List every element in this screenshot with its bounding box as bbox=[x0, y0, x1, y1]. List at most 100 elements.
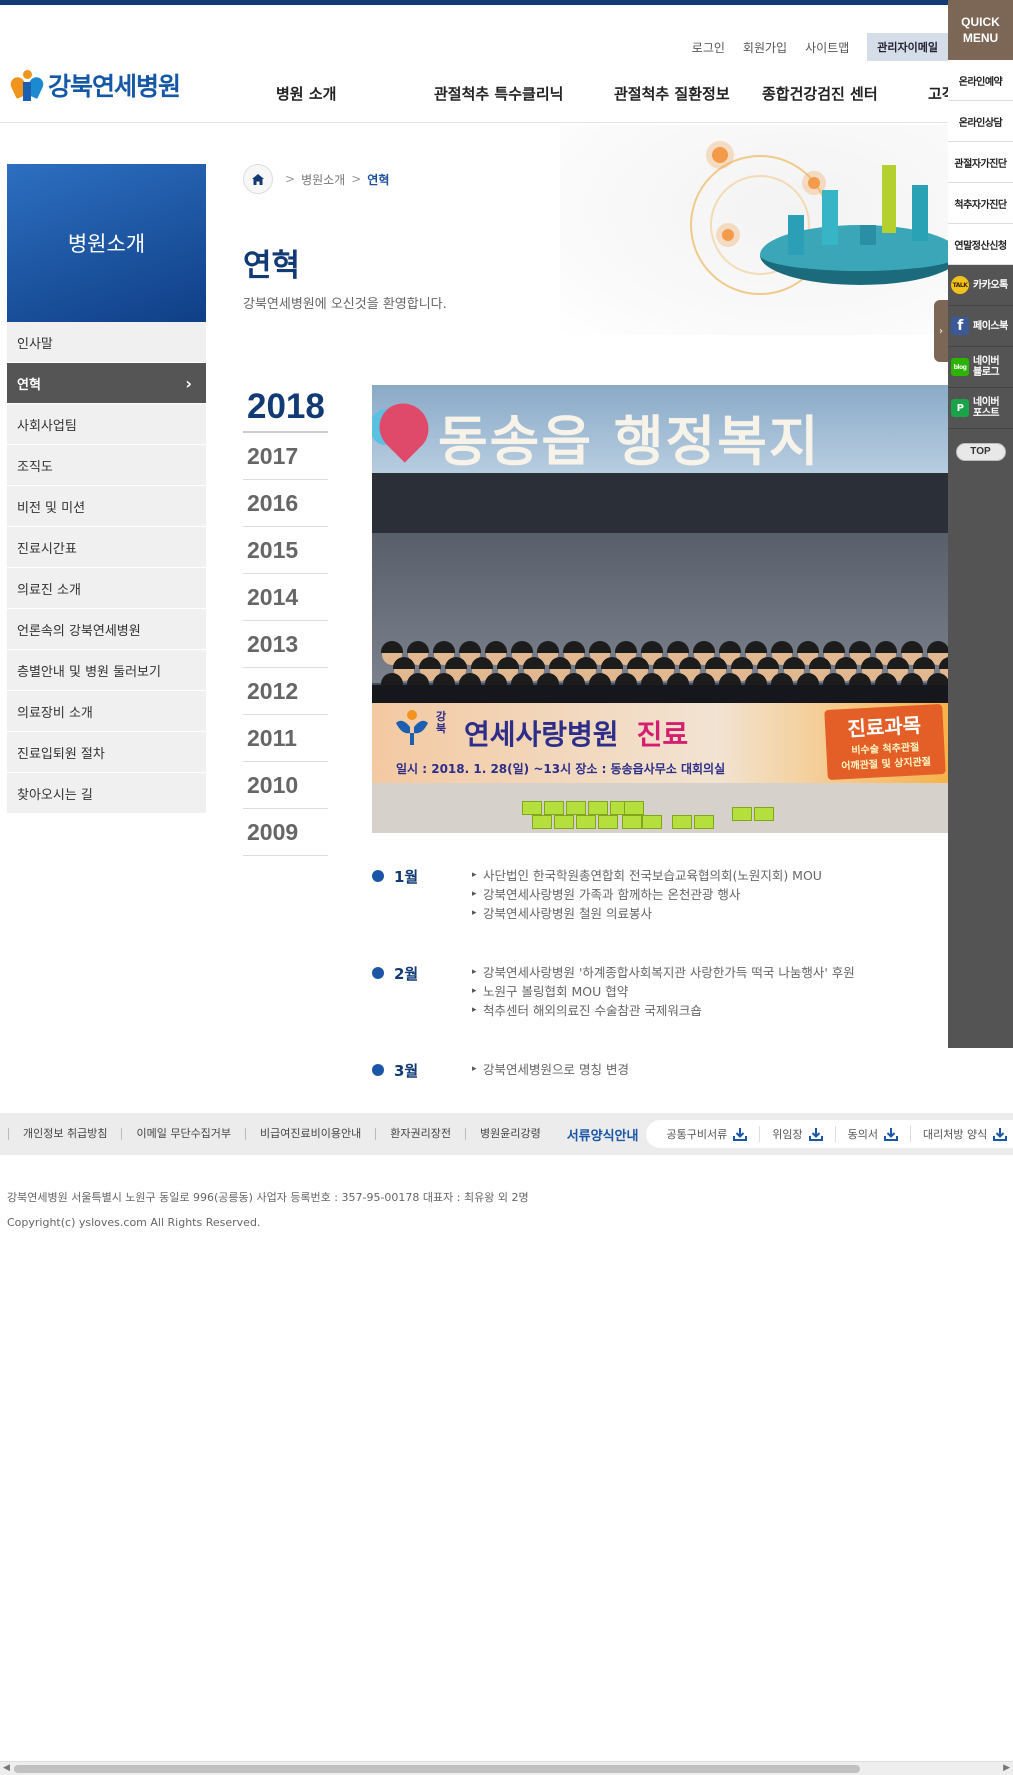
quick-yearend-tax[interactable]: 연말정산신청 bbox=[948, 224, 1013, 265]
form-download-label: 공통구비서류 bbox=[666, 1128, 728, 1141]
facebook-icon: f bbox=[951, 317, 969, 335]
sub-nav-item[interactable]: 진료시간표 bbox=[7, 527, 206, 568]
main-navigation: 병원 소개 관절척추 특수클리닉 관절척추 질환정보 종합건강검진 센터 고객 bbox=[0, 83, 956, 111]
year-tab[interactable]: 2018 bbox=[243, 383, 328, 433]
sub-nav-item[interactable]: 조직도 bbox=[7, 445, 206, 486]
history-item: 강북연세사랑병원 '하계종합사회복지관 사랑한가득 떡국 나눔행사' 후원 bbox=[472, 963, 948, 982]
horizontal-scrollbar[interactable]: ◀ ▶ bbox=[0, 1761, 1013, 1775]
sub-nav-item[interactable]: 층별안내 및 병원 둘러보기 bbox=[7, 650, 206, 691]
utility-links: 로그인 회원가입 사이트맵 관리자이메일 bbox=[674, 33, 948, 61]
quick-menu-title: QUICK MENU bbox=[948, 0, 1013, 60]
sub-nav-item[interactable]: 언론속의 강북연세병원 bbox=[7, 609, 206, 650]
sub-nav-item[interactable]: 사회사업팀 bbox=[7, 404, 206, 445]
download-icon bbox=[808, 1127, 823, 1141]
history-month-label: 3월 bbox=[394, 1062, 419, 1080]
home-icon[interactable] bbox=[243, 164, 273, 194]
login-link[interactable]: 로그인 bbox=[692, 39, 725, 56]
history-month: 3월 강북연세병원으로 명칭 변경 bbox=[372, 1060, 948, 1080]
photo-sign-text: 동송읍 행정복지 bbox=[438, 410, 821, 473]
sub-nav-list: 인사말 연혁 › 사회사업팀조직도비전 및 미션진료시간표의료진 소개언론속의 강북연… bbox=[7, 322, 206, 814]
scrollbar-thumb[interactable] bbox=[14, 1765, 860, 1773]
scroll-left-icon[interactable]: ◀ bbox=[3, 1763, 10, 1773]
bullet-dot-icon bbox=[372, 870, 384, 882]
sub-nav-item[interactable]: 연혁 › bbox=[7, 363, 206, 404]
sub-nav-item[interactable]: 비전 및 미션 bbox=[7, 486, 206, 527]
signup-link[interactable]: 회원가입 bbox=[743, 39, 787, 56]
footer-info: 강북연세병원 서울특별시 노원구 동일로 996(공릉동) 사업자 등록번호 :… bbox=[7, 1185, 529, 1235]
footer-link-patient-rights[interactable]: 환자권리장전 bbox=[375, 1128, 465, 1140]
sub-nav-item[interactable]: 의료장비 소개 bbox=[7, 691, 206, 732]
quick-naver-blog[interactable]: blog 네이버 블로그 bbox=[948, 347, 1013, 388]
gnb-hospital-intro[interactable]: 병원 소개 bbox=[276, 83, 336, 104]
year-tab[interactable]: 2010 bbox=[243, 762, 328, 809]
page-title: 연혁 bbox=[243, 248, 301, 284]
quick-facebook[interactable]: f 페이스북 bbox=[948, 306, 1013, 347]
bullet-dot-icon bbox=[372, 1064, 384, 1076]
quick-naver-post[interactable]: P 네이버 포스트 bbox=[948, 388, 1013, 429]
year-tab[interactable]: 2016 bbox=[243, 480, 328, 527]
history-month: 2월 강북연세사랑병원 '하계종합사회복지관 사랑한가득 떡국 나눔행사' 후원노… bbox=[372, 963, 948, 1020]
form-download-label: 대리처방 양식 bbox=[922, 1128, 988, 1141]
sub-nav-title: 병원소개 bbox=[7, 164, 206, 322]
photo-banner-tag: 진료과목 비수술 척추관절 어깨관절 및 상지관절 bbox=[824, 703, 946, 781]
sub-nav-item[interactable]: 인사말 bbox=[7, 322, 206, 363]
history-item: 사단법인 한국학원총연합회 전국보습교육협의회(노원지회) MOU bbox=[472, 866, 948, 885]
year-tabs: 2018 2017 2016 2015 2014 2013 2012 2011 2010 2009 bbox=[243, 383, 328, 856]
year-tab[interactable]: 2017 bbox=[243, 433, 328, 480]
scroll-right-icon[interactable]: ▶ bbox=[1003, 1763, 1010, 1773]
sub-navigation: 병원소개 인사말 연혁 › 사회사업팀조직도비전 및 미션진료시간표의료진 소개언론속… bbox=[7, 164, 206, 814]
chevron-right-icon: › bbox=[185, 373, 192, 393]
gnb-special-clinic[interactable]: 관절척추 특수클리닉 bbox=[434, 83, 563, 104]
download-icon bbox=[993, 1127, 1008, 1141]
history-month-label: 1월 bbox=[394, 868, 419, 886]
sitemap-link[interactable]: 사이트맵 bbox=[805, 39, 849, 56]
footer-link-noncovered-fees[interactable]: 비급여진료비이용안내 bbox=[245, 1128, 375, 1140]
year-tab[interactable]: 2015 bbox=[243, 527, 328, 574]
form-download-link[interactable]: 동의서 bbox=[834, 1126, 910, 1142]
form-download-link[interactable]: 대리처방 양식 bbox=[909, 1126, 1013, 1142]
year-tab[interactable]: 2009 bbox=[243, 809, 328, 856]
year-tab[interactable]: 2012 bbox=[243, 668, 328, 715]
admin-email-button[interactable]: 관리자이메일 bbox=[867, 33, 948, 61]
gnb-disease-info[interactable]: 관절척추 질환정보 bbox=[614, 83, 730, 104]
sub-nav-item[interactable]: 찾아오시는 길 bbox=[7, 773, 206, 814]
history-photo: 동송읍 행정복지 강북 연세사랑병원 진료 일시 : 2018. 1. 28(일)… bbox=[372, 385, 948, 833]
history-item: 강북연세사랑병원 가족과 함께하는 온천관광 행사 bbox=[472, 885, 948, 904]
footer-link-ethics[interactable]: 병원윤리강령 bbox=[464, 1128, 555, 1140]
year-tab[interactable]: 2013 bbox=[243, 621, 328, 668]
quick-kakaotalk[interactable]: TALK 카카오톡 bbox=[948, 265, 1013, 306]
form-download-label: 동의서 bbox=[847, 1128, 878, 1141]
quick-menu-toggle[interactable]: › bbox=[934, 300, 948, 362]
footer-link-privacy[interactable]: 개인정보 취급방침 bbox=[8, 1128, 121, 1140]
year-tab[interactable]: 2014 bbox=[243, 574, 328, 621]
footer-navigation: 개인정보 취급방침 이메일 무단수집거부 비급여진료비이용안내 환자권리장전 병… bbox=[0, 1113, 1013, 1155]
year-tab[interactable]: 2011 bbox=[243, 715, 328, 762]
quick-menu: QUICK MENU 온라인예약 온라인상담 관절자가진단 척추자가진단 연말정… bbox=[948, 0, 1013, 1048]
breadcrumb: > 병원소개 > 연혁 bbox=[243, 164, 389, 194]
page-description: 강북연세병원에 오신것을 환영합니다. bbox=[243, 297, 447, 312]
form-download-link[interactable]: 위임장 bbox=[759, 1126, 834, 1142]
kakaotalk-icon: TALK bbox=[951, 276, 969, 294]
quick-spine-selfcheck[interactable]: 척추자가진단 bbox=[948, 183, 1013, 224]
history-item: 노원구 볼링협회 MOU 협약 bbox=[472, 982, 948, 1001]
breadcrumb-parent[interactable]: 병원소개 bbox=[301, 171, 345, 188]
sub-nav-item-label: 의료진 소개 bbox=[17, 582, 81, 598]
sub-nav-item-label: 의료장비 소개 bbox=[17, 705, 93, 721]
sub-nav-item-label: 진료시간표 bbox=[17, 541, 77, 557]
sub-nav-item-label: 비전 및 미션 bbox=[17, 500, 86, 516]
scroll-top-button[interactable]: TOP bbox=[955, 443, 1006, 461]
sub-nav-item-label: 사회사업팀 bbox=[17, 418, 77, 434]
footer-copyright: Copyright(c) ysloves.com All Rights Rese… bbox=[7, 1216, 261, 1229]
quick-online-reservation[interactable]: 온라인예약 bbox=[948, 60, 1013, 101]
quick-online-consult[interactable]: 온라인상담 bbox=[948, 101, 1013, 142]
sub-nav-item-label: 진료입퇴원 절차 bbox=[17, 746, 105, 762]
naver-post-icon: P bbox=[951, 399, 969, 417]
sub-nav-item-label: 찾아오시는 길 bbox=[17, 787, 93, 803]
quick-joint-selfcheck[interactable]: 관절자가진단 bbox=[948, 142, 1013, 183]
sub-nav-item[interactable]: 의료진 소개 bbox=[7, 568, 206, 609]
form-download-link[interactable]: 공통구비서류 bbox=[654, 1126, 759, 1142]
footer-link-email-refusal[interactable]: 이메일 무단수집거부 bbox=[121, 1128, 245, 1140]
sub-nav-item[interactable]: 진료입퇴원 절차 bbox=[7, 732, 206, 773]
banner-logo-icon bbox=[396, 710, 428, 745]
gnb-health-checkup[interactable]: 종합건강검진 센터 bbox=[762, 83, 878, 104]
